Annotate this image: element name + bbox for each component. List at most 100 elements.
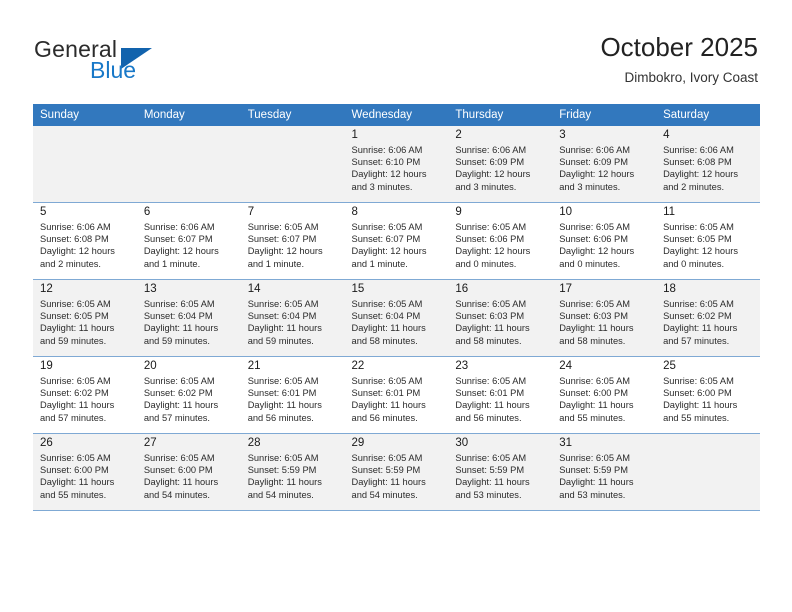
sunrise-text: Sunrise: 6:06 AM bbox=[40, 222, 111, 232]
calendar-day-cell[interactable]: 21 Sunrise: 6:05 AM Sunset: 6:01 PM Dayligh… bbox=[240, 356, 345, 434]
calendar-day-cell[interactable]: 27 Sunrise: 6:05 AM Sunset: 6:00 PM Dayligh… bbox=[136, 433, 241, 511]
day-number: 17 bbox=[559, 283, 573, 295]
calendar-day-cell[interactable]: 6 Sunrise: 6:06 AM Sunset: 6:07 PM Daylight… bbox=[136, 202, 241, 280]
daylight-text-line2: and 53 minutes. bbox=[455, 489, 522, 500]
page-subtitle-location: Dimbokro, Ivory Coast bbox=[624, 70, 758, 85]
calendar-day-cell[interactable]: 2 Sunrise: 6:06 AM Sunset: 6:09 PM Daylight… bbox=[448, 126, 553, 203]
daylight-text-line1: Daylight: 11 hours bbox=[559, 400, 634, 411]
daylight-text-line1: Daylight: 11 hours bbox=[40, 323, 115, 334]
calendar-day-cell[interactable]: 10 Sunrise: 6:05 AM Sunset: 6:06 PM Dayligh… bbox=[552, 202, 657, 280]
day-number: 18 bbox=[663, 283, 676, 295]
calendar-day-cell[interactable]: 26 Sunrise: 6:05 AM Sunset: 6:00 PM Dayligh… bbox=[33, 433, 137, 511]
day-number: 12 bbox=[40, 283, 53, 295]
sunset-text: Sunset: 6:07 PM bbox=[351, 234, 421, 245]
calendar-day-cell[interactable]: 8 Sunrise: 6:05 AM Sunset: 6:07 PM Daylight… bbox=[344, 202, 449, 280]
day-cell-inner: 14 Sunrise: 6:05 AM Sunset: 6:04 PM Dayligh… bbox=[241, 280, 345, 356]
daylight-text-line1: Daylight: 11 hours bbox=[455, 323, 530, 334]
sunset-text: Sunset: 6:09 PM bbox=[559, 157, 628, 168]
day-number: 4 bbox=[663, 129, 670, 141]
day-sun-info: Sunrise: 6:05 AM Sunset: 6:06 PM Daylight:… bbox=[455, 221, 548, 270]
day-cell-inner: 16 Sunrise: 6:05 AM Sunset: 6:03 PM Dayligh… bbox=[448, 280, 552, 356]
calendar-day-cell[interactable]: 23 Sunrise: 6:05 AM Sunset: 6:01 PM Dayligh… bbox=[448, 356, 553, 434]
day-cell-inner: 27 Sunrise: 6:05 AM Sunset: 6:00 PM Dayligh… bbox=[137, 434, 241, 510]
day-cell-inner: 29 Sunrise: 6:05 AM Sunset: 5:59 PM Dayligh… bbox=[345, 434, 449, 510]
sunrise-text: Sunrise: 6:05 AM bbox=[143, 299, 215, 309]
calendar-day-cell[interactable]: 24 Sunrise: 6:05 AM Sunset: 6:00 PM Dayligh… bbox=[552, 356, 657, 434]
daylight-text-line1: Daylight: 12 hours bbox=[455, 169, 531, 180]
calendar-day-cell[interactable]: 7 Sunrise: 6:05 AM Sunset: 6:07 PM Daylight… bbox=[240, 202, 345, 280]
weekday-header-friday: Friday bbox=[552, 104, 657, 126]
daylight-text-line2: and 2 minutes. bbox=[663, 181, 725, 192]
calendar-day-cell[interactable]: 4 Sunrise: 6:06 AM Sunset: 6:08 PM Daylight… bbox=[656, 126, 760, 203]
sunset-text: Sunset: 6:08 PM bbox=[663, 157, 732, 168]
sunset-text: Sunset: 6:03 PM bbox=[455, 311, 525, 322]
calendar-day-cell[interactable]: 30 Sunrise: 6:05 AM Sunset: 5:59 PM Dayligh… bbox=[448, 433, 553, 511]
calendar-week-row: 1 Sunrise: 6:06 AM Sunset: 6:10 PM Daylight… bbox=[33, 126, 760, 203]
day-sun-info: Sunrise: 6:05 AM Sunset: 5:59 PM Daylight:… bbox=[352, 452, 445, 501]
brand-text-blue: Blue bbox=[90, 57, 137, 83]
day-number: 22 bbox=[351, 360, 365, 372]
calendar-day-cell[interactable]: 17 Sunrise: 6:05 AM Sunset: 6:03 PM Dayligh… bbox=[552, 279, 657, 357]
calendar-day-cell[interactable]: 18 Sunrise: 6:05 AM Sunset: 6:02 PM Dayligh… bbox=[656, 279, 760, 357]
calendar-day-cell[interactable]: 19 Sunrise: 6:05 AM Sunset: 6:02 PM Dayligh… bbox=[33, 356, 137, 434]
calendar-day-cell[interactable]: 11 Sunrise: 6:05 AM Sunset: 6:05 PM Dayligh… bbox=[656, 202, 760, 280]
day-number: 25 bbox=[663, 360, 676, 372]
calendar-day-cell[interactable]: 14 Sunrise: 6:05 AM Sunset: 6:04 PM Dayligh… bbox=[240, 279, 345, 357]
calendar-day-cell[interactable]: 1 Sunrise: 6:06 AM Sunset: 6:10 PM Daylight… bbox=[344, 126, 449, 203]
day-cell-inner: 19 Sunrise: 6:05 AM Sunset: 6:02 PM Dayligh… bbox=[33, 357, 137, 433]
daylight-text-line2: and 3 minutes. bbox=[559, 181, 621, 192]
sunrise-text: Sunrise: 6:05 AM bbox=[40, 453, 111, 463]
daylight-text-line1: Daylight: 11 hours bbox=[247, 323, 322, 334]
day-number: 1 bbox=[351, 129, 358, 141]
daylight-text-line1: Daylight: 12 hours bbox=[559, 169, 635, 180]
day-sun-info: Sunrise: 6:05 AM Sunset: 6:07 PM Daylight:… bbox=[352, 221, 445, 270]
sunrise-text: Sunrise: 6:05 AM bbox=[351, 299, 423, 309]
sunset-text: Sunset: 5:59 PM bbox=[559, 465, 628, 476]
calendar-day-cell[interactable]: 5 Sunrise: 6:06 AM Sunset: 6:08 PM Daylight… bbox=[33, 202, 137, 280]
daylight-text-line2: and 54 minutes. bbox=[143, 489, 210, 500]
calendar-day-cell[interactable]: 15 Sunrise: 6:05 AM Sunset: 6:04 PM Dayligh… bbox=[344, 279, 449, 357]
sunset-text: Sunset: 6:08 PM bbox=[40, 234, 109, 245]
calendar-day-cell[interactable]: 9 Sunrise: 6:05 AM Sunset: 6:06 PM Daylight… bbox=[448, 202, 553, 280]
day-number: 20 bbox=[143, 360, 157, 372]
title-block: October 2025 Dimbokro, Ivory Coast bbox=[600, 30, 758, 88]
sunrise-text: Sunrise: 6:05 AM bbox=[559, 222, 631, 232]
calendar-day-cell[interactable]: 22 Sunrise: 6:05 AM Sunset: 6:01 PM Dayligh… bbox=[344, 356, 449, 434]
sunset-text: Sunset: 6:05 PM bbox=[40, 311, 109, 322]
day-cell-inner: 21 Sunrise: 6:05 AM Sunset: 6:01 PM Dayligh… bbox=[241, 357, 345, 433]
sunset-text: Sunset: 6:06 PM bbox=[559, 234, 628, 245]
calendar-day-cell[interactable]: 28 Sunrise: 6:05 AM Sunset: 5:59 PM Dayligh… bbox=[240, 433, 345, 511]
calendar-day-cell[interactable]: 13 Sunrise: 6:05 AM Sunset: 6:04 PM Dayligh… bbox=[136, 279, 241, 357]
daylight-text-line2: and 57 minutes. bbox=[40, 412, 107, 423]
sunrise-text: Sunrise: 6:05 AM bbox=[143, 453, 215, 463]
sunrise-text: Sunrise: 6:05 AM bbox=[455, 376, 527, 386]
sunrise-text: Sunrise: 6:06 AM bbox=[143, 222, 215, 232]
day-sun-info: Sunrise: 6:05 AM Sunset: 6:04 PM Daylight:… bbox=[144, 298, 237, 347]
day-cell-inner: 7 Sunrise: 6:05 AM Sunset: 6:07 PM Daylight… bbox=[241, 203, 345, 279]
calendar-day-cell[interactable]: 20 Sunrise: 6:05 AM Sunset: 6:02 PM Dayligh… bbox=[136, 356, 241, 434]
sunset-text: Sunset: 5:59 PM bbox=[351, 465, 421, 476]
day-number: 10 bbox=[559, 206, 573, 218]
sunrise-text: Sunrise: 6:05 AM bbox=[143, 376, 215, 386]
general-blue-logo[interactable]: General Blue bbox=[34, 36, 244, 88]
calendar-day-cell[interactable]: 16 Sunrise: 6:05 AM Sunset: 6:03 PM Dayligh… bbox=[448, 279, 553, 357]
calendar-day-cell[interactable]: 31 Sunrise: 6:05 AM Sunset: 5:59 PM Dayligh… bbox=[552, 433, 657, 511]
daylight-text-line1: Daylight: 12 hours bbox=[351, 169, 427, 180]
sunrise-text: Sunrise: 6:05 AM bbox=[351, 453, 423, 463]
day-sun-info: Sunrise: 6:05 AM Sunset: 6:04 PM Daylight:… bbox=[352, 298, 445, 347]
sunset-text: Sunset: 6:04 PM bbox=[143, 311, 213, 322]
daylight-text-line2: and 3 minutes. bbox=[351, 181, 413, 192]
calendar-day-cell[interactable]: 25 Sunrise: 6:05 AM Sunset: 6:00 PM Dayligh… bbox=[656, 356, 760, 434]
day-cell-inner: 12 Sunrise: 6:05 AM Sunset: 6:05 PM Dayligh… bbox=[33, 280, 137, 356]
calendar-day-cell[interactable]: 12 Sunrise: 6:05 AM Sunset: 6:05 PM Dayligh… bbox=[33, 279, 137, 357]
daylight-text-line2: and 58 minutes. bbox=[559, 335, 626, 346]
sunset-text: Sunset: 6:00 PM bbox=[559, 388, 628, 399]
sunrise-text: Sunrise: 6:05 AM bbox=[455, 299, 527, 309]
calendar-day-cell[interactable]: 29 Sunrise: 6:05 AM Sunset: 5:59 PM Dayligh… bbox=[344, 433, 449, 511]
calendar-day-cell[interactable]: 3 Sunrise: 6:06 AM Sunset: 6:09 PM Daylight… bbox=[552, 126, 657, 203]
day-sun-info: Sunrise: 6:05 AM Sunset: 6:05 PM Daylight:… bbox=[663, 221, 756, 270]
weekday-header-row: Sunday Monday Tuesday Wednesday Thursday… bbox=[33, 104, 760, 126]
calendar-cell-empty bbox=[33, 126, 137, 203]
sunset-text: Sunset: 6:04 PM bbox=[351, 311, 421, 322]
day-sun-info: Sunrise: 6:06 AM Sunset: 6:09 PM Daylight:… bbox=[559, 144, 652, 193]
